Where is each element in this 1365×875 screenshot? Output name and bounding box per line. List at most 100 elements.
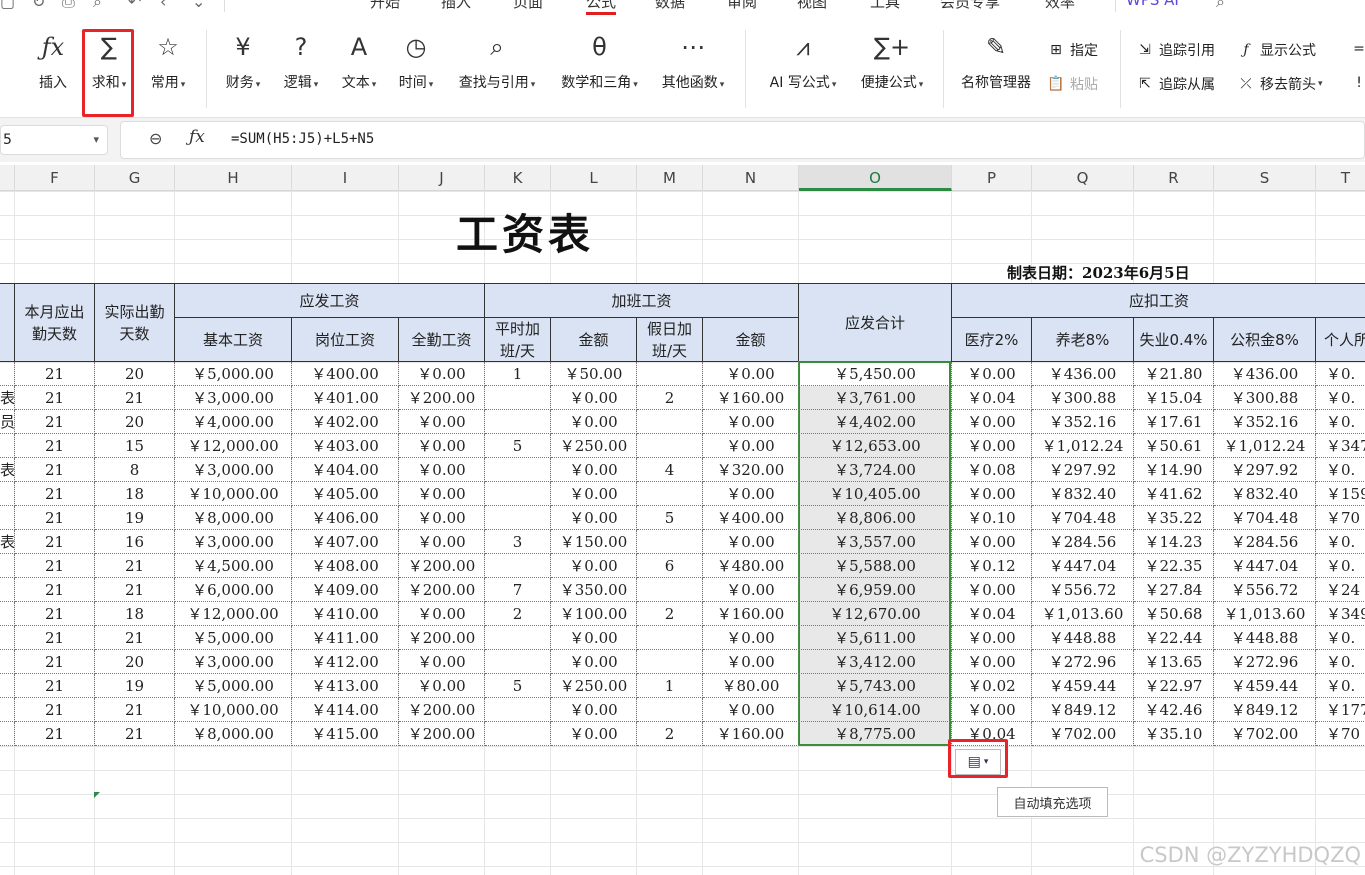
table-cell[interactable]: ￥0.00 bbox=[703, 578, 799, 602]
table-cell[interactable]: 21 bbox=[15, 722, 95, 746]
column-header-o[interactable]: O bbox=[799, 165, 952, 191]
cell-partial[interactable] bbox=[0, 626, 15, 650]
table-cell[interactable]: ￥0.00 bbox=[551, 482, 637, 506]
cell-partial[interactable]: 表 bbox=[0, 386, 15, 410]
table-cell[interactable]: ￥0.10 bbox=[952, 506, 1032, 530]
table-cell[interactable]: ￥704.48 bbox=[1214, 506, 1316, 530]
table-cell[interactable]: ￥405.00 bbox=[292, 482, 399, 506]
table-cell[interactable]: 20 bbox=[95, 410, 175, 434]
table-cell[interactable]: ￥5,000.00 bbox=[175, 674, 292, 698]
cell-partial[interactable] bbox=[0, 650, 15, 674]
trace-dependents-button[interactable]: ⇱ 追踪从属 bbox=[1136, 74, 1215, 94]
other-functions-button[interactable]: ⋯ 其他函数 ▾ bbox=[656, 28, 730, 112]
lookup-button[interactable]: ⌕ 查找与引用 ▾ bbox=[452, 28, 542, 112]
table-cell[interactable]: ￥8,775.00 bbox=[799, 722, 952, 746]
table-cell[interactable]: ￥832.40 bbox=[1214, 482, 1316, 506]
table-cell[interactable]: ￥436.00 bbox=[1214, 362, 1316, 386]
column-header-q[interactable]: Q bbox=[1032, 165, 1134, 191]
table-cell[interactable]: ￥849.12 bbox=[1214, 698, 1316, 722]
table-cell[interactable]: ￥0.04 bbox=[952, 386, 1032, 410]
tab-page[interactable]: 页面 bbox=[513, 0, 543, 12]
table-cell[interactable]: ￥35.10 bbox=[1134, 722, 1214, 746]
table-cell[interactable]: ￥22.35 bbox=[1134, 554, 1214, 578]
preview-icon[interactable]: ⌕ bbox=[93, 0, 102, 12]
back-icon[interactable]: ‹ bbox=[160, 0, 166, 11]
column-header-j[interactable]: J bbox=[399, 165, 485, 191]
table-cell[interactable]: ￥436.00 bbox=[1032, 362, 1134, 386]
error-check-icon[interactable]: ! bbox=[1350, 74, 1365, 92]
column-header-g[interactable]: G bbox=[95, 165, 175, 191]
table-cell[interactable]: ￥0. bbox=[1316, 362, 1365, 386]
cell-partial[interactable]: 表 bbox=[0, 530, 15, 554]
table-cell[interactable]: ￥160.00 bbox=[703, 386, 799, 410]
table-cell[interactable]: ￥412.00 bbox=[292, 650, 399, 674]
table-cell[interactable]: 18 bbox=[95, 482, 175, 506]
table-cell[interactable]: ￥300.88 bbox=[1214, 386, 1316, 410]
table-cell[interactable]: ￥448.88 bbox=[1032, 626, 1134, 650]
table-cell[interactable]: ￥15.04 bbox=[1134, 386, 1214, 410]
table-cell[interactable]: ￥849.12 bbox=[1032, 698, 1134, 722]
table-cell[interactable]: ￥0.00 bbox=[399, 650, 485, 674]
quick-formula-button[interactable]: ∑+ 便捷公式 ▾ bbox=[855, 28, 929, 112]
table-cell[interactable] bbox=[637, 530, 703, 554]
table-cell[interactable]: ￥177 bbox=[1316, 698, 1365, 722]
tab-efficiency[interactable]: 效率 bbox=[1045, 0, 1075, 12]
name-box[interactable]: 5 ▾ bbox=[0, 125, 108, 155]
table-cell[interactable]: ￥702.00 bbox=[1214, 722, 1316, 746]
table-cell[interactable]: ￥0.00 bbox=[703, 482, 799, 506]
table-cell[interactable] bbox=[637, 410, 703, 434]
table-cell[interactable]: ￥8,000.00 bbox=[175, 506, 292, 530]
table-cell[interactable]: 21 bbox=[15, 362, 95, 386]
table-cell[interactable]: 15 bbox=[95, 434, 175, 458]
table-cell[interactable]: ￥409.00 bbox=[292, 578, 399, 602]
table-cell[interactable]: ￥480.00 bbox=[703, 554, 799, 578]
cell-partial[interactable] bbox=[0, 698, 15, 722]
table-cell[interactable]: 2 bbox=[485, 602, 551, 626]
table-cell[interactable]: ￥6,959.00 bbox=[799, 578, 952, 602]
table-cell[interactable]: ￥0.00 bbox=[399, 410, 485, 434]
logic-button[interactable]: ? 逻辑 ▾ bbox=[278, 28, 324, 112]
table-cell[interactable]: ￥200.00 bbox=[399, 554, 485, 578]
table-cell[interactable]: ￥0.04 bbox=[952, 602, 1032, 626]
table-cell[interactable]: 16 bbox=[95, 530, 175, 554]
column-header-f[interactable]: F bbox=[15, 165, 95, 191]
tab-review[interactable]: 审阅 bbox=[727, 0, 757, 12]
table-cell[interactable]: ￥320.00 bbox=[703, 458, 799, 482]
table-cell[interactable]: ￥403.00 bbox=[292, 434, 399, 458]
table-cell[interactable]: ￥0.00 bbox=[551, 722, 637, 746]
table-cell[interactable]: ￥459.44 bbox=[1032, 674, 1134, 698]
math-button[interactable]: θ 数学和三角 ▾ bbox=[553, 28, 646, 112]
table-cell[interactable]: ￥352.16 bbox=[1032, 410, 1134, 434]
table-cell[interactable]: ￥8,806.00 bbox=[799, 506, 952, 530]
table-cell[interactable] bbox=[637, 626, 703, 650]
table-cell[interactable]: ￥3,000.00 bbox=[175, 458, 292, 482]
table-cell[interactable]: ￥12,000.00 bbox=[175, 434, 292, 458]
table-cell[interactable]: ￥14.23 bbox=[1134, 530, 1214, 554]
table-cell[interactable]: ￥12,670.00 bbox=[799, 602, 952, 626]
table-cell[interactable]: ￥6,000.00 bbox=[175, 578, 292, 602]
worksheet[interactable]: 工资表 制表日期：2023年6月5日 本月应出勤天数 实际出勤天数 应发工资 基… bbox=[0, 191, 1365, 875]
table-cell[interactable]: ￥0.00 bbox=[952, 434, 1032, 458]
table-cell[interactable]: ￥0.00 bbox=[952, 362, 1032, 386]
table-cell[interactable]: ￥413.00 bbox=[292, 674, 399, 698]
more-icon[interactable]: = bbox=[1350, 40, 1365, 58]
table-cell[interactable]: ￥0.00 bbox=[551, 386, 637, 410]
table-cell[interactable]: ￥352.16 bbox=[1214, 410, 1316, 434]
table-cell[interactable]: 18 bbox=[95, 602, 175, 626]
tab-member[interactable]: 会员专享 bbox=[940, 0, 1000, 12]
search-icon[interactable]: ⌕ bbox=[1216, 0, 1225, 12]
table-cell[interactable]: 21 bbox=[15, 626, 95, 650]
table-cell[interactable]: ￥0.00 bbox=[703, 410, 799, 434]
time-button[interactable]: ◷ 时间 ▾ bbox=[393, 28, 439, 112]
table-cell[interactable]: ￥0.00 bbox=[551, 410, 637, 434]
table-cell[interactable]: ￥0.00 bbox=[703, 698, 799, 722]
table-cell[interactable]: ￥411.00 bbox=[292, 626, 399, 650]
table-cell[interactable]: ￥0.00 bbox=[952, 626, 1032, 650]
table-cell[interactable]: 4 bbox=[637, 458, 703, 482]
table-cell[interactable]: ￥24 bbox=[1316, 578, 1365, 602]
column-header-n[interactable]: N bbox=[703, 165, 799, 191]
column-header-h[interactable]: H bbox=[175, 165, 292, 191]
column-header-i[interactable]: I bbox=[292, 165, 399, 191]
tab-formula[interactable]: 公式 bbox=[586, 0, 617, 15]
table-cell[interactable]: 21 bbox=[95, 698, 175, 722]
